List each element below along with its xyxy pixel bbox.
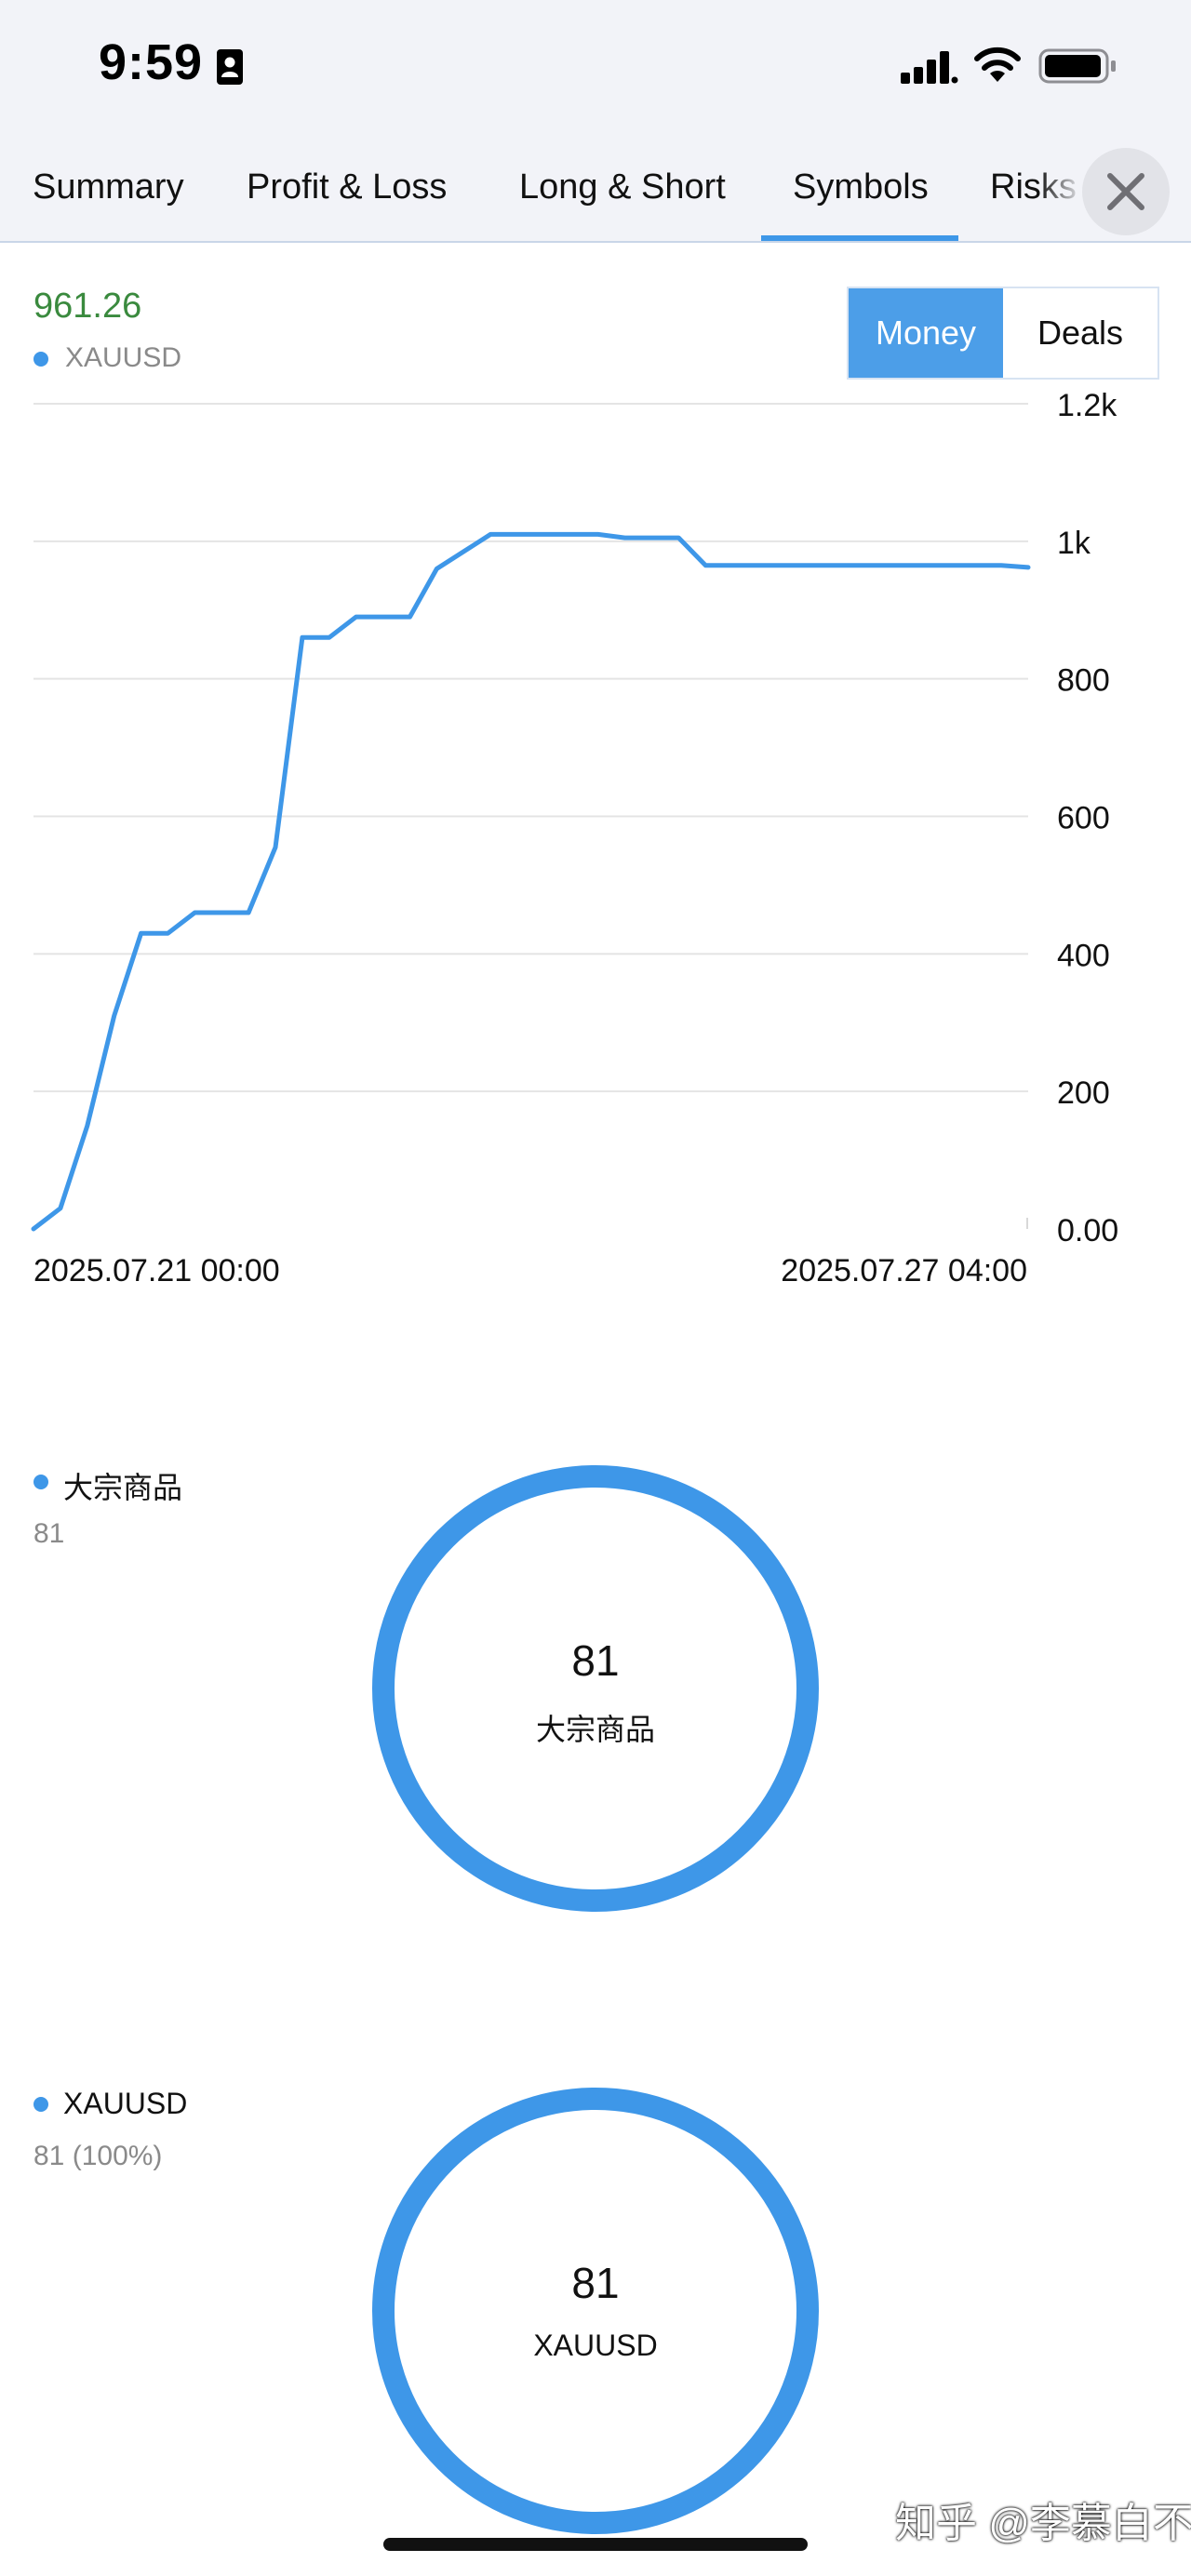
symbol-ring-chart: [372, 2088, 819, 2534]
symbol-legend-count: 81 (100%): [33, 2141, 163, 2171]
tab-symbols[interactable]: Symbols: [793, 135, 929, 241]
tab-summary[interactable]: Summary: [33, 135, 184, 241]
y-tick-label: 0.00: [1057, 1213, 1118, 1248]
symbol-ring-segment: [372, 2088, 819, 2534]
home-indicator: [383, 2538, 808, 2551]
symbol-ring-value: 81: [571, 2259, 620, 2307]
watermark: 知乎 @李慕白不白: [895, 2501, 1191, 2546]
category-legend-count: 81: [33, 1518, 65, 1549]
cellular-signal-icon: [901, 51, 958, 84]
tab-profit-loss[interactable]: Profit & Loss: [247, 135, 447, 241]
battery-icon: [1038, 48, 1116, 84]
symbol-legend-dot: [33, 2097, 48, 2112]
category-legend-label: 大宗商品: [63, 1471, 183, 1504]
status-time: 9:59: [99, 34, 204, 90]
series-line-xauusd: [31, 531, 1031, 1232]
category-ring-value: 81: [571, 1636, 620, 1685]
x-tick-label-end: 2025.07.27 04:00: [781, 1253, 1027, 1288]
category-ring-segment: [372, 1465, 819, 1912]
symbol-legend-label: XAUUSD: [63, 2087, 188, 2120]
series-legend-dot: [33, 352, 48, 367]
money-deals-toggle: Money Deals: [847, 287, 1159, 380]
deals-toggle-button[interactable]: Deals: [1003, 288, 1158, 378]
category-legend-dot: [33, 1475, 48, 1489]
wifi-icon: [974, 47, 1021, 82]
y-tick-label: 1.2k: [1057, 388, 1117, 423]
category-ring-chart: [372, 1465, 819, 1912]
id-card-icon: [217, 49, 243, 85]
close-button[interactable]: [1082, 148, 1170, 235]
status-bar: 9:59: [0, 0, 1191, 135]
category-ring-label: 大宗商品: [535, 1713, 655, 1746]
money-line-chart: 1.2k 1k 800 600 400 200 0.00 2025.07.21 00:00 20…: [31, 388, 1118, 1288]
current-value: 961.26: [33, 287, 142, 326]
series-legend-label: XAUUSD: [65, 342, 182, 373]
active-tab-indicator: [761, 235, 958, 241]
tab-bar: Summary Profit & Loss Long & Short Symbo…: [0, 135, 1191, 243]
y-tick-label: 400: [1057, 938, 1110, 973]
y-tick-label: 800: [1057, 663, 1110, 699]
money-toggle-button[interactable]: Money: [849, 288, 1003, 378]
x-tick-label-start: 2025.07.21 00:00: [33, 1253, 280, 1288]
y-tick-label: 200: [1057, 1075, 1110, 1111]
y-tick-label: 1k: [1057, 526, 1091, 561]
symbol-ring-label: XAUUSD: [533, 2329, 658, 2362]
tab-long-short[interactable]: Long & Short: [519, 135, 726, 241]
close-icon: [1107, 173, 1144, 210]
y-tick-label: 600: [1057, 801, 1110, 836]
